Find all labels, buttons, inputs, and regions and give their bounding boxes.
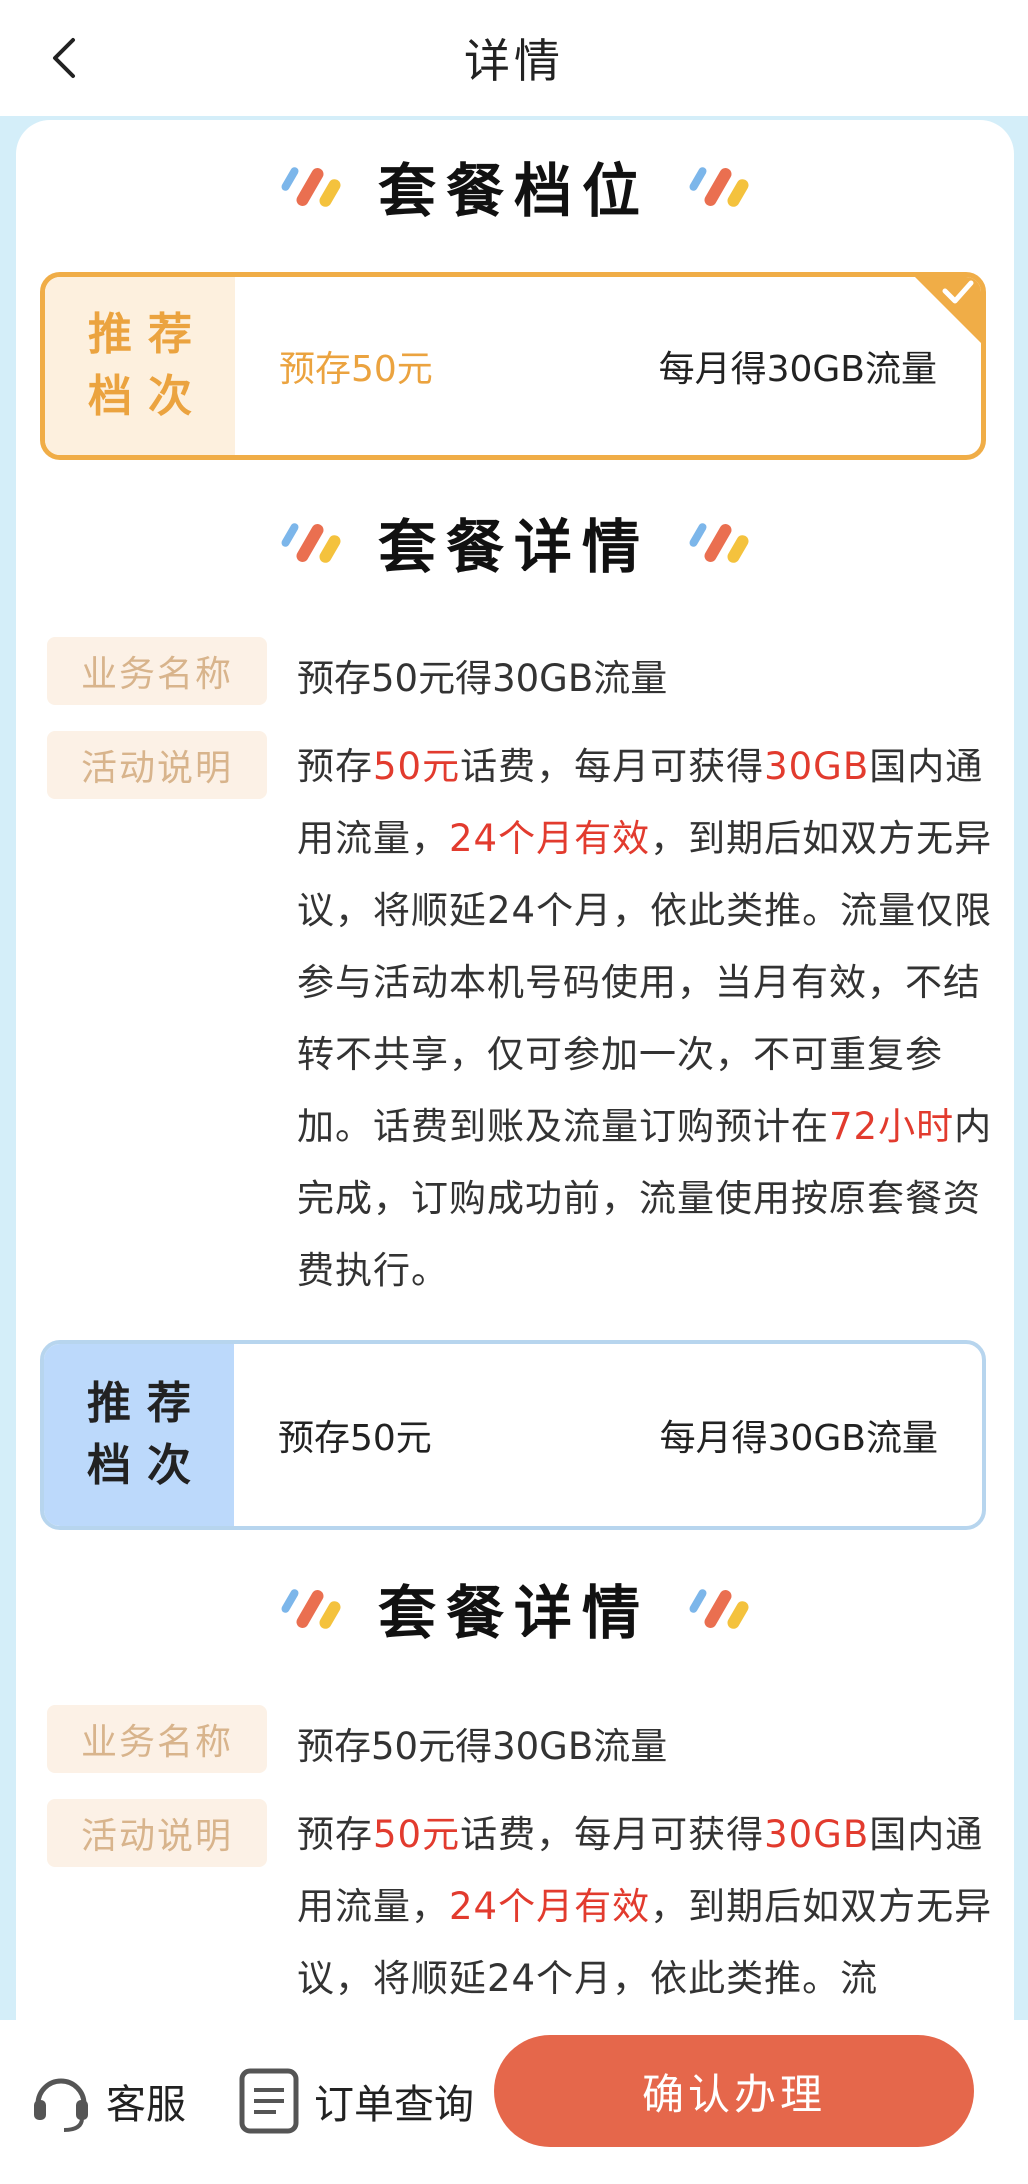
tier-label: 推荐档次	[44, 1344, 234, 1526]
stripes-decoration-icon	[281, 523, 341, 563]
stripes-decoration-icon	[689, 523, 749, 563]
section-title-details: 套餐详情	[0, 502, 1028, 582]
business-name-tag: 业务名称	[47, 637, 267, 705]
back-icon[interactable]	[42, 36, 86, 80]
section-title-tier: 套餐档位	[0, 146, 1028, 226]
tier-option-selected[interactable]: 推荐档次 预存50元 每月得30GB流量	[40, 272, 986, 460]
headset-icon	[34, 2078, 88, 2132]
tier-label: 推荐档次	[45, 277, 235, 455]
stripes-decoration-icon	[689, 1589, 749, 1629]
stripes-decoration-icon	[281, 1589, 341, 1629]
activity-desc-tag: 活动说明	[47, 1799, 267, 1867]
activity-desc-text: 预存50元话费，每月可获得30GB国内通用流量，24个月有效，到期后如双方无异议…	[297, 1813, 993, 2000]
business-name-value: 预存50元得30GB流量	[297, 657, 668, 700]
activity-desc-tag: 活动说明	[47, 731, 267, 799]
tier-deposit: 预存50元	[278, 1418, 432, 1459]
stripes-decoration-icon	[689, 167, 749, 207]
bottom-action-bar: 客服 订单查询 确认办理	[0, 2020, 1028, 2184]
customer-service-button[interactable]: 客服	[30, 2068, 186, 2134]
selected-check-icon	[915, 277, 981, 343]
tier-data: 每月得30GB流量	[658, 349, 937, 390]
page-title: 详情	[464, 34, 564, 88]
document-icon	[239, 2068, 299, 2134]
section-title-details: 套餐详情	[0, 1568, 1028, 1648]
tier-option[interactable]: 推荐档次 预存50元 每月得30GB流量	[40, 1340, 986, 1530]
tier-data: 每月得30GB流量	[659, 1418, 938, 1459]
business-name-value: 预存50元得30GB流量	[297, 1725, 668, 1768]
customer-service-label: 客服	[106, 2082, 186, 2128]
top-nav-bar: 详情	[0, 0, 1028, 116]
business-name-tag: 业务名称	[47, 1705, 267, 1773]
section-title-text: 套餐档位	[377, 157, 650, 225]
section-title-text: 套餐详情	[377, 1579, 650, 1647]
confirm-button[interactable]: 确认办理	[494, 2035, 974, 2147]
order-query-button[interactable]: 订单查询	[238, 2068, 474, 2134]
tier-deposit: 预存50元	[279, 349, 433, 390]
activity-desc-text: 预存50元话费，每月可获得30GB国内通用流量，24个月有效，到期后如双方无异议…	[297, 745, 993, 1292]
stripes-decoration-icon	[281, 167, 341, 207]
section-title-text: 套餐详情	[377, 513, 650, 581]
order-query-label: 订单查询	[314, 2082, 474, 2128]
